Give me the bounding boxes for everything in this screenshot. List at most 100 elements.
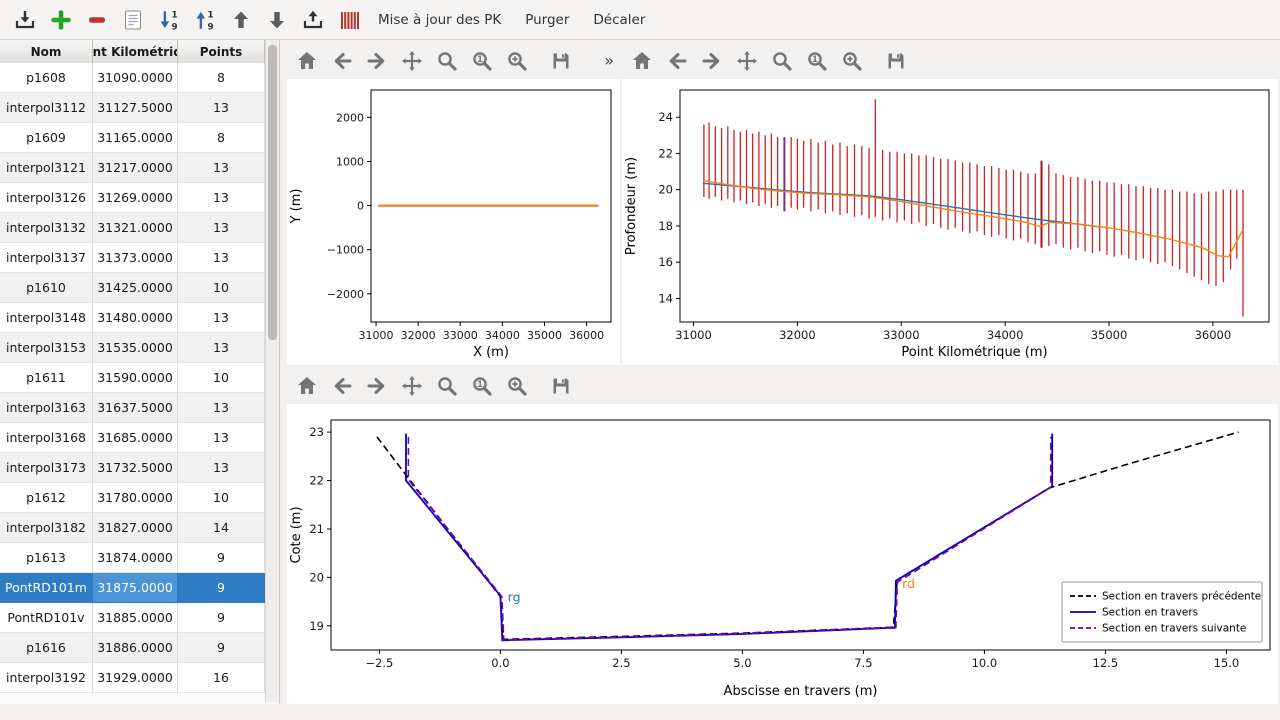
add-icon xyxy=(49,8,73,32)
cross-save-button[interactable] xyxy=(547,372,575,400)
table-row[interactable]: interpol319231929.000016 xyxy=(0,663,265,693)
table-row[interactable]: PontRD101v31885.00009 xyxy=(0,603,265,633)
profile-back-button[interactable] xyxy=(663,47,691,75)
table-row[interactable]: interpol316831685.000013 xyxy=(0,423,265,453)
table-row[interactable]: interpol313731373.000013 xyxy=(0,243,265,273)
cell-nom: interpol3173 xyxy=(0,453,93,483)
toolbar-edit-button[interactable] xyxy=(116,3,149,36)
cell-points: 13 xyxy=(178,183,265,213)
cross-forward-button[interactable] xyxy=(363,372,391,400)
table-row[interactable]: p161131590.000010 xyxy=(0,363,265,393)
table-row[interactable]: p161231780.000010 xyxy=(0,483,265,513)
forward-icon xyxy=(700,49,724,73)
cross-zoom-button[interactable] xyxy=(433,372,461,400)
cross-zoom-one-button[interactable]: 1 xyxy=(468,372,496,400)
svg-text:32000: 32000 xyxy=(401,329,436,342)
cell-nom: p1613 xyxy=(0,543,93,573)
svg-text:−2000: −2000 xyxy=(327,288,364,301)
profile-save-button[interactable] xyxy=(882,47,910,75)
purge-button[interactable]: Purger xyxy=(514,3,580,37)
xy-zoom-plus-button[interactable] xyxy=(503,47,531,75)
shift-button[interactable]: Décaler xyxy=(582,3,656,37)
xy-forward-button[interactable] xyxy=(363,47,391,75)
update-pk-button[interactable]: Mise à jour des PK xyxy=(367,3,512,37)
xy-save-button[interactable] xyxy=(547,47,575,75)
svg-text:1: 1 xyxy=(207,10,213,20)
profile-zoom-plus-button[interactable] xyxy=(838,47,866,75)
cross-pan-button[interactable] xyxy=(398,372,426,400)
xy-pan-button[interactable] xyxy=(398,47,426,75)
svg-text:35000: 35000 xyxy=(527,329,562,342)
column-header-nom[interactable]: Nom xyxy=(0,40,93,63)
toolbar-sort-descending-button[interactable]: 19 xyxy=(152,3,185,36)
toolbar-add-button[interactable] xyxy=(44,3,77,36)
table-row[interactable]: interpol316331637.500013 xyxy=(0,393,265,423)
table-scrollbar-thumb[interactable] xyxy=(268,45,277,340)
table-row[interactable]: interpol318231827.000014 xyxy=(0,513,265,543)
toolbar-move-up-button[interactable] xyxy=(224,3,257,36)
profile-home-button[interactable] xyxy=(628,47,656,75)
xy-plot[interactable]: 310003200033000340003500036000200010000−… xyxy=(287,79,620,365)
x-axis-label: X (m) xyxy=(473,345,509,360)
profile-zoom-one-button[interactable]: 1 xyxy=(803,47,831,75)
table-row[interactable]: p160831090.00008 xyxy=(0,63,265,93)
column-header-pk[interactable]: Point Kilométrique xyxy=(93,40,178,63)
table-row[interactable]: interpol315331535.000013 xyxy=(0,333,265,363)
cell-nom: p1611 xyxy=(0,363,93,393)
table-row[interactable]: p160931165.00008 xyxy=(0,123,265,153)
svg-text:35000: 35000 xyxy=(1091,328,1128,342)
toolbar-export-button[interactable] xyxy=(296,3,329,36)
cell-points: 13 xyxy=(178,153,265,183)
svg-text:21: 21 xyxy=(309,522,324,536)
cross-home-button[interactable] xyxy=(293,372,321,400)
table-row[interactable]: interpol312631269.000013 xyxy=(0,183,265,213)
table-row[interactable]: interpol311231127.500013 xyxy=(0,93,265,123)
column-header-points[interactable]: Points xyxy=(178,40,265,63)
profile-plot[interactable]: 3100032000330003400035000360001416182022… xyxy=(622,79,1278,365)
toolbar-remove-button[interactable] xyxy=(80,3,113,36)
xy-home-button[interactable] xyxy=(293,47,321,75)
cross-back-button[interactable] xyxy=(328,372,356,400)
xy-back-button[interactable] xyxy=(328,47,356,75)
svg-text:12.5: 12.5 xyxy=(1093,656,1119,670)
svg-text:0: 0 xyxy=(357,200,364,213)
xy-zoom-button[interactable] xyxy=(433,47,461,75)
table-row[interactable]: interpol313231321.000013 xyxy=(0,213,265,243)
save-icon xyxy=(884,49,908,73)
toolbar-move-down-button[interactable] xyxy=(260,3,293,36)
toolbar-weir-button[interactable] xyxy=(332,3,365,36)
xy-zoom-one-button[interactable]: 1 xyxy=(468,47,496,75)
table-row[interactable]: p161331874.00009 xyxy=(0,543,265,573)
sections-table-panel: Nom Point Kilométrique Points p160831090… xyxy=(0,40,280,704)
table-row[interactable]: interpol312131217.000013 xyxy=(0,153,265,183)
table-row[interactable]: PontRD101m31875.00009 xyxy=(0,573,265,603)
cross-section-plot[interactable]: −2.50.02.55.07.510.012.515.01920212223rg… xyxy=(287,404,1278,704)
toolbar-sort-ascending-button[interactable]: 19 xyxy=(188,3,221,36)
profile-forward-button[interactable] xyxy=(698,47,726,75)
cell-nom: interpol3192 xyxy=(0,663,93,693)
y-axis-label: Profondeur (m) xyxy=(624,157,639,255)
legend: Section en travers précédenteSection en … xyxy=(1062,582,1262,642)
toolbar-import-button[interactable] xyxy=(8,3,41,36)
cell-nom: interpol3121 xyxy=(0,153,93,183)
cross-zoom-plus-button[interactable] xyxy=(503,372,531,400)
table-row[interactable]: p161031425.000010 xyxy=(0,273,265,303)
profile-pan-button[interactable] xyxy=(733,47,761,75)
svg-text:22: 22 xyxy=(309,474,324,488)
svg-text:31000: 31000 xyxy=(359,329,394,342)
cell-points: 13 xyxy=(178,243,265,273)
profile-zoom-button[interactable] xyxy=(768,47,796,75)
table-scrollbar[interactable] xyxy=(265,40,279,702)
table-row[interactable]: interpol314831480.000013 xyxy=(0,303,265,333)
cell-pk: 31321.0000 xyxy=(93,213,178,243)
edit-icon xyxy=(121,8,145,32)
cross-section-plot-toolbar-buttons: 1 xyxy=(293,372,575,400)
column-header-points-label: Points xyxy=(200,45,243,59)
legend-label: Section en travers précédente xyxy=(1102,591,1261,603)
cell-points: 8 xyxy=(178,123,265,153)
cell-points: 13 xyxy=(178,333,265,363)
table-row[interactable]: p161631886.00009 xyxy=(0,633,265,663)
cell-points: 13 xyxy=(178,93,265,123)
table-row[interactable]: interpol317331732.500013 xyxy=(0,453,265,483)
toolbar-overflow[interactable]: » xyxy=(604,51,614,70)
